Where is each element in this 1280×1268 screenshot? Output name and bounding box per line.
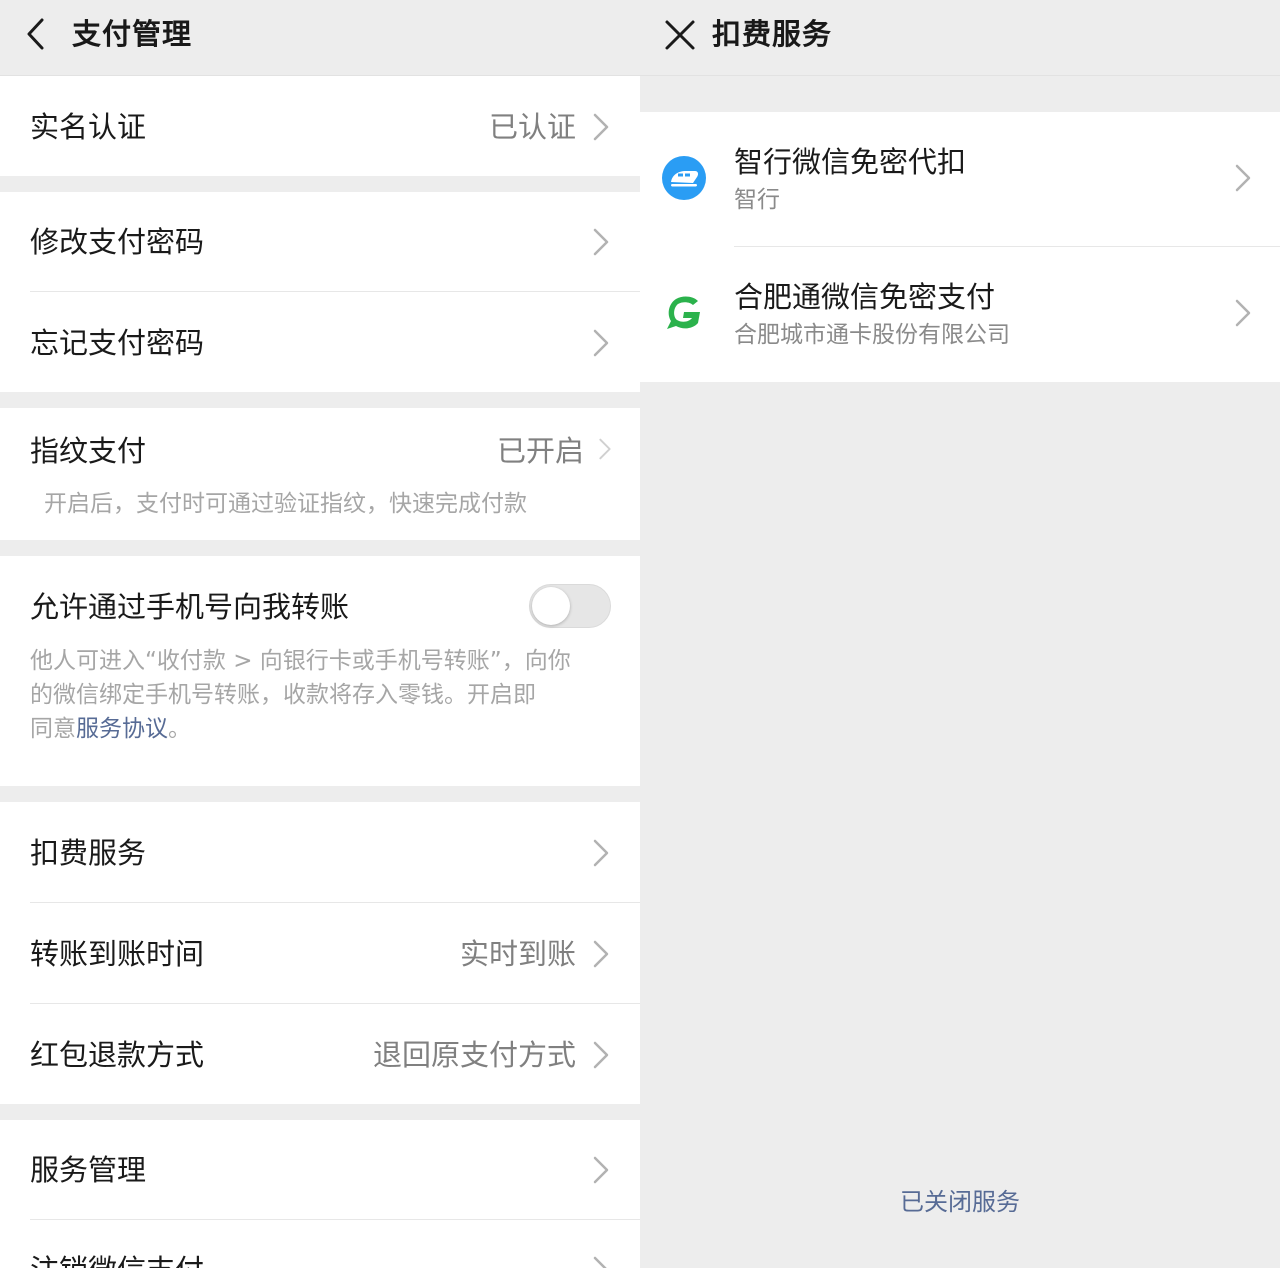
realname-value: 已认证 (488, 110, 576, 144)
fingerprint-value: 已开启 (496, 434, 584, 468)
service-management-cell[interactable]: 服务管理 (0, 1120, 640, 1220)
cancel-wechat-pay-label: 注销微信支付 (30, 1250, 204, 1268)
toggle-knob (532, 587, 570, 625)
page-title: 扣费服务 (712, 17, 833, 51)
deduction-service-cell[interactable]: 扣费服务 (0, 802, 640, 902)
service-title: 智行微信免密代扣 (734, 145, 967, 179)
chevron-right-icon (593, 228, 609, 256)
hefeitong-logo-icon (667, 296, 700, 329)
chevron-right-icon (593, 1256, 607, 1268)
transfer-time-label: 转账到账时间 (30, 937, 205, 971)
forgot-password-cell[interactable]: 忘记支付密码 (0, 292, 640, 392)
phone-transfer-toggle[interactable] (529, 584, 611, 628)
chevron-right-icon (593, 1041, 609, 1069)
service-subtitle: 合肥城市通卡股份有限公司 (734, 322, 1010, 348)
nav-bar: 扣费服务 (640, 0, 1280, 76)
redpacket-refund-cell[interactable]: 红包退款方式 退回原支付方式 (0, 1004, 640, 1104)
payment-management-screen: 支付管理 实名认证 已认证 修改支付密码 忘记支付密码 指纹支付 已开启 开启后… (0, 0, 640, 1268)
list-item[interactable]: 合肥通微信免密支付 合肥城市通卡股份有限公司 (640, 247, 1280, 382)
fingerprint-cell[interactable]: 指纹支付 已开启 开启后，支付时可通过验证指纹，快速完成付款 (0, 408, 640, 540)
chevron-right-icon (593, 940, 609, 968)
change-password-label: 修改支付密码 (30, 225, 205, 259)
password-group: 修改支付密码 忘记支付密码 (0, 192, 640, 392)
redpacket-refund-value: 退回原支付方式 (372, 1038, 576, 1072)
transfer-time-value: 实时到账 (459, 937, 576, 971)
redpacket-refund-label: 红包退款方式 (30, 1038, 205, 1072)
fingerprint-group: 指纹支付 已开启 开启后，支付时可通过验证指纹，快速完成付款 (0, 408, 640, 540)
deduction-service-label: 扣费服务 (30, 836, 147, 870)
service-subtitle: 智行 (734, 187, 780, 213)
phone-transfer-label: 允许通过手机号向我转账 (30, 590, 350, 624)
services-group: 扣费服务 转账到账时间 实时到账 红包退款方式 退回原支付方式 (0, 802, 640, 1104)
nav-bar: 支付管理 (0, 0, 640, 76)
service-agreement-link[interactable]: 服务协议 (76, 716, 168, 742)
chevron-right-icon (1235, 299, 1251, 327)
chevron-right-icon (593, 329, 609, 357)
description-line: 的微信绑定手机号转账，收款将存入零钱。开启即 (30, 682, 536, 708)
phone-transfer-group: 允许通过手机号向我转账 他人可进入“收付款 > 向银行卡或手机号转账”，向你 的… (0, 556, 640, 786)
deduction-services-screen: 扣费服务 智行微信免密代扣 智行 合肥通微信免密支付 合肥城市通卡股份有限公司 (640, 0, 1280, 1268)
fingerprint-description: 开启后，支付时可通过验证指纹，快速完成付款 (44, 491, 527, 517)
forgot-password-label: 忘记支付密码 (30, 326, 205, 360)
chevron-left-icon[interactable] (18, 14, 58, 54)
description-text: 同意 (30, 716, 76, 742)
list-item[interactable]: 智行微信免密代扣 智行 (640, 112, 1280, 246)
description-text: 。 (168, 716, 191, 742)
fingerprint-label: 指纹支付 (30, 434, 147, 468)
chevron-right-icon (593, 839, 609, 867)
description-line: 同意服务协议。 (30, 712, 620, 746)
chevron-right-icon (1235, 164, 1251, 192)
closed-services-link[interactable]: 已关闭服务 (640, 1185, 1280, 1219)
service-title: 合肥通微信免密支付 (734, 280, 996, 314)
phone-transfer-description: 他人可进入“收付款 > 向银行卡或手机号转账”，向你 的微信绑定手机号转账，收款… (30, 644, 620, 746)
realname-cell[interactable]: 实名认证 已认证 (0, 76, 640, 176)
chevron-right-icon (593, 1156, 609, 1184)
close-icon[interactable] (660, 15, 700, 55)
description-line: 他人可进入“收付款 > 向银行卡或手机号转账”，向你 (30, 648, 571, 674)
realname-label: 实名认证 (30, 110, 147, 144)
management-group: 服务管理 注销微信支付 (0, 1120, 640, 1268)
page-title: 支付管理 (72, 17, 193, 51)
deduction-list: 智行微信免密代扣 智行 合肥通微信免密支付 合肥城市通卡股份有限公司 (640, 112, 1280, 382)
chevron-right-icon (593, 113, 609, 141)
service-management-label: 服务管理 (30, 1153, 147, 1187)
cancel-wechat-pay-cell[interactable]: 注销微信支付 (0, 1220, 640, 1268)
change-password-cell[interactable]: 修改支付密码 (0, 192, 640, 292)
chevron-right-icon (599, 438, 611, 460)
realname-group: 实名认证 已认证 (0, 76, 640, 176)
train-icon (662, 156, 706, 200)
transfer-time-cell[interactable]: 转账到账时间 实时到账 (0, 903, 640, 1003)
